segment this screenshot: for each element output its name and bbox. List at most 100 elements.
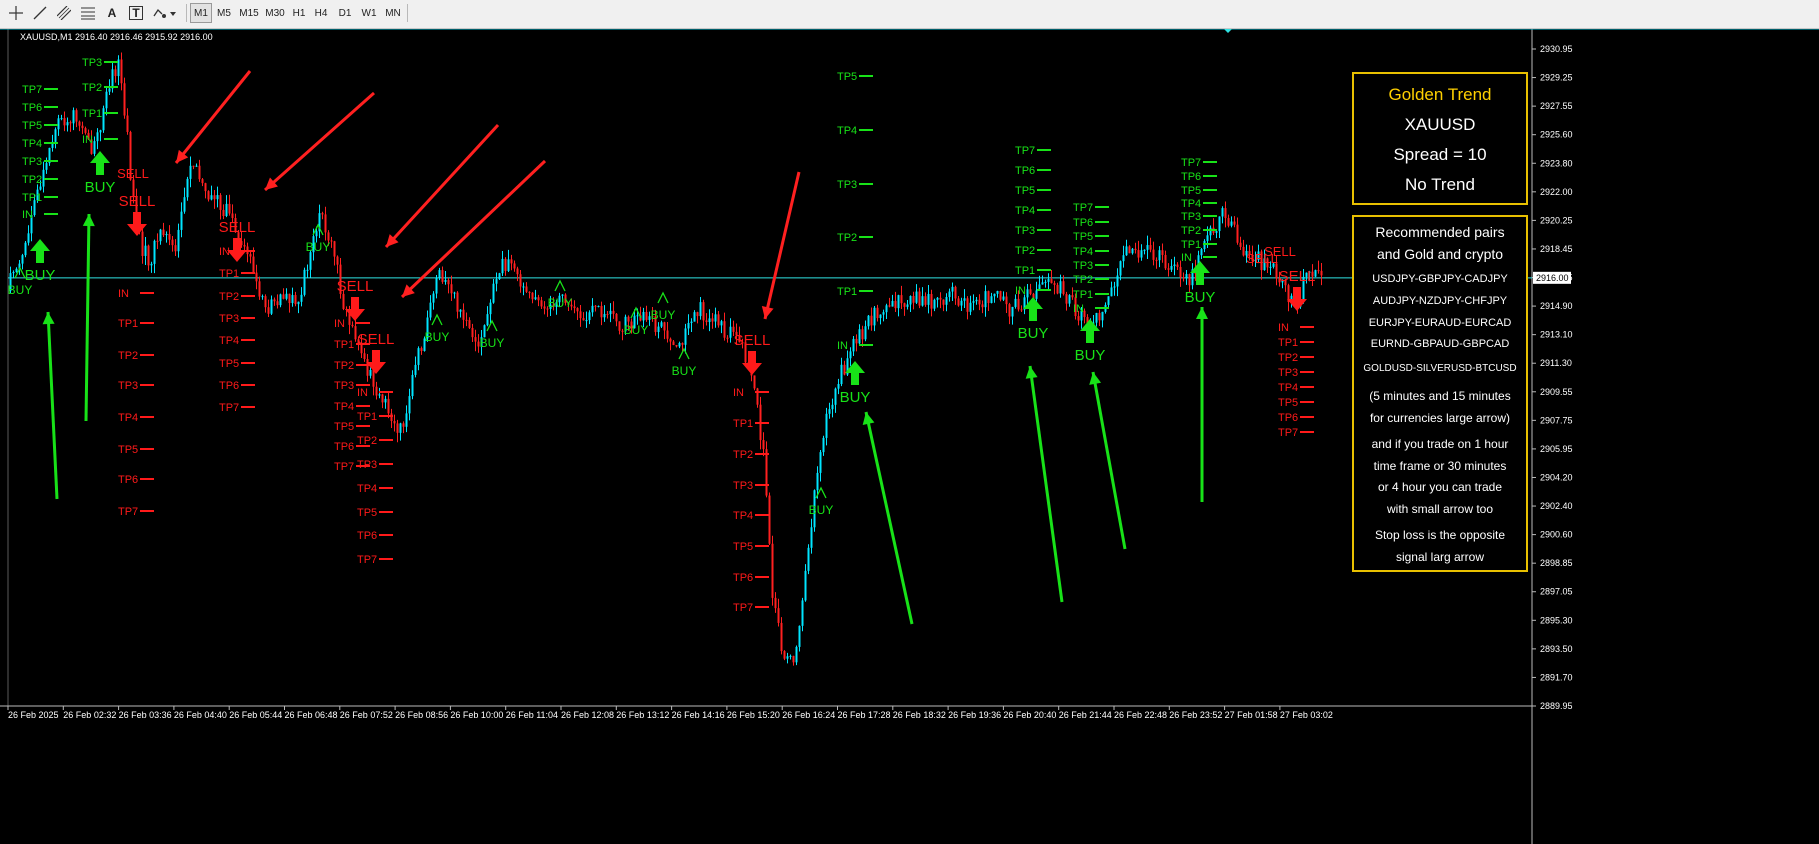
tf-w1[interactable]: W1 xyxy=(358,3,380,23)
candle-body xyxy=(258,281,261,297)
candle-body xyxy=(831,404,834,410)
tp-level-label: TP7 xyxy=(357,554,377,566)
candle-body xyxy=(822,437,825,453)
tp-level-label: TP1 xyxy=(334,339,354,351)
trend-arrow-down xyxy=(763,171,801,320)
tf-m30[interactable]: M30 xyxy=(262,3,288,23)
candle-body xyxy=(864,326,867,340)
tp-level-label: TP4 xyxy=(837,125,857,137)
tp-level-label: TP3 xyxy=(837,179,857,191)
candle-body xyxy=(180,211,183,230)
price-chart: 2930.95 2929.25 2927.55 2925.60 2923.80 2922.… xyxy=(0,29,1819,844)
candle-body xyxy=(441,270,444,282)
tp-level-label: TP1 xyxy=(357,411,377,423)
trend-arrow-up-head xyxy=(82,214,95,227)
candle-body xyxy=(159,229,162,242)
candle-body xyxy=(1113,286,1116,288)
candle-body xyxy=(435,277,438,294)
tf-m5[interactable]: M5 xyxy=(213,3,235,23)
candle-body xyxy=(306,269,309,271)
time-tick-label: 26 Feb 23:52 xyxy=(1169,710,1222,720)
tf-h4[interactable]: H4 xyxy=(310,3,332,23)
tf-d1[interactable]: D1 xyxy=(334,3,356,23)
candle-body xyxy=(24,242,27,256)
tf-mn[interactable]: MN xyxy=(381,3,405,23)
candle-body xyxy=(12,271,15,274)
candle-body xyxy=(225,203,228,217)
candle-body xyxy=(324,214,327,233)
candle-body xyxy=(1017,298,1020,310)
trend-arrow-up xyxy=(1091,371,1127,550)
time-tick-label: 26 Feb 18:32 xyxy=(893,710,946,720)
candle-body xyxy=(1035,290,1038,299)
chart-area[interactable]: 2930.95 2929.25 2927.55 2925.60 2923.80 2922.… xyxy=(0,29,1819,844)
tp-level-label: TP6 xyxy=(118,474,138,486)
candle-body xyxy=(525,286,528,292)
tf-m1[interactable]: M1 xyxy=(190,3,212,23)
tp-level-label: TP5 xyxy=(1278,397,1298,409)
candle-body xyxy=(780,622,783,652)
sell-arrow xyxy=(366,350,386,374)
rec-note: for currencies large arrow) xyxy=(1369,411,1511,425)
tp-level-label: TP5 xyxy=(1073,231,1093,243)
candle-body xyxy=(912,296,915,303)
fibonacci-icon[interactable] xyxy=(78,3,98,23)
candle-body xyxy=(1137,250,1140,258)
candle-body xyxy=(960,300,963,306)
candle-body xyxy=(1317,270,1320,272)
rec-note: (5 minutes and 15 minutes xyxy=(1369,389,1511,403)
tf-h1[interactable]: H1 xyxy=(288,3,310,23)
tp-level-label: TP3 xyxy=(334,380,354,392)
price-tick-label: 2907.75 xyxy=(1540,415,1573,425)
candle-body xyxy=(1143,249,1146,251)
small-buy-arrow xyxy=(678,347,690,360)
tp-level-label: TP7 xyxy=(334,461,354,473)
candle-body xyxy=(783,651,786,659)
candle-body xyxy=(417,348,420,365)
candle-body xyxy=(141,231,144,256)
tp-level-label: TP4 xyxy=(219,335,239,347)
candle-body xyxy=(1233,221,1236,225)
candle-body xyxy=(522,286,525,288)
candle-body xyxy=(843,364,846,375)
text-icon[interactable]: A xyxy=(102,3,122,23)
time-tick-label: 26 Feb 21:44 xyxy=(1059,710,1112,720)
rec-note: Stop loss is the opposite xyxy=(1374,528,1506,542)
crosshair-icon[interactable] xyxy=(6,3,26,23)
candle-body xyxy=(933,299,936,309)
candle-body xyxy=(1119,261,1122,276)
text-label-icon[interactable]: T xyxy=(126,3,146,23)
price-tick-label: 2923.80 xyxy=(1540,158,1573,168)
price-tick-label: 2895.30 xyxy=(1540,615,1573,625)
candle-body xyxy=(774,597,777,609)
rec-heading-1: Recommended pairs xyxy=(1375,224,1505,240)
candle-body xyxy=(717,314,720,326)
candle-body xyxy=(1230,221,1233,226)
current-price-label: 2916.00 xyxy=(1536,273,1569,283)
tf-m15[interactable]: M15 xyxy=(236,3,262,23)
candle-body xyxy=(1005,296,1008,305)
candle-body xyxy=(618,321,621,331)
candle-body xyxy=(279,294,282,306)
channel-icon[interactable] xyxy=(54,3,74,23)
candle-body xyxy=(858,329,861,344)
candle-body xyxy=(165,233,168,236)
line-icon[interactable] xyxy=(30,3,50,23)
small-buy-label: BUY xyxy=(651,308,676,322)
candle-body xyxy=(462,309,465,320)
time-tick-label: 26 Feb 10:00 xyxy=(450,710,503,720)
candle-body xyxy=(645,311,648,320)
candle-body xyxy=(666,330,669,339)
candle-body xyxy=(102,108,105,131)
panel-trend: No Trend xyxy=(1405,175,1475,194)
candle-body xyxy=(966,298,969,312)
shapes-icon[interactable] xyxy=(150,3,180,23)
candle-body xyxy=(981,304,984,308)
tp-level-label: TP5 xyxy=(837,71,857,83)
rec-note: and if you trade on 1 hour xyxy=(1371,437,1509,451)
candle-body xyxy=(1020,309,1023,311)
small-buy-label: BUY xyxy=(8,283,33,297)
candle-body xyxy=(492,283,495,303)
tp-level-label: TP2 xyxy=(118,350,138,362)
time-tick-label: 27 Feb 03:02 xyxy=(1280,710,1333,720)
